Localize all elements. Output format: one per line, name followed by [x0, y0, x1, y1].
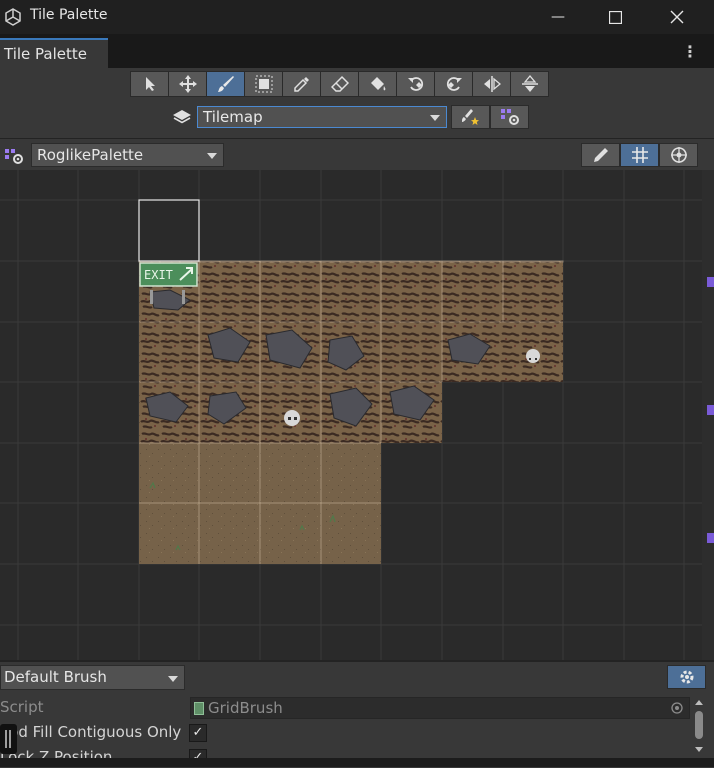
minimize-icon: — — [551, 9, 565, 25]
flip-y-icon — [521, 75, 538, 92]
paint-tool[interactable] — [206, 71, 245, 97]
kebab-menu-icon[interactable]: ⋮ — [682, 42, 698, 61]
layers-icon — [173, 110, 191, 124]
eraser-icon — [330, 75, 349, 92]
chevron-down-icon — [207, 153, 217, 159]
gizmo-marker — [707, 277, 714, 287]
rotate-ccw-tool[interactable] — [396, 71, 435, 97]
gizmo-marker — [707, 405, 714, 415]
right-edge-strip — [702, 170, 714, 660]
title-bar: Tile Palette — — [0, 0, 714, 34]
select-tool[interactable] — [130, 71, 169, 97]
pick-tool[interactable] — [282, 71, 321, 97]
gear-icon — [680, 670, 693, 684]
tab-tile-palette[interactable]: Tile Palette — [0, 38, 108, 68]
gizmo-marker — [707, 533, 714, 543]
palette-dropdown[interactable]: RoglikePalette — [31, 143, 224, 167]
close-button[interactable] — [654, 4, 700, 30]
tile-palette-icon — [5, 149, 23, 164]
rotate-cw-tool[interactable] — [434, 71, 473, 97]
palette-gear-icon — [500, 109, 519, 125]
active-tilemap-dropdown[interactable]: Tilemap — [197, 106, 447, 128]
edit-palette-button[interactable] — [581, 143, 620, 167]
pencil-icon — [593, 148, 608, 162]
move-icon — [178, 75, 197, 93]
flood-fill-checkbox[interactable]: ✓ — [189, 724, 207, 742]
brush-dropdown[interactable]: Default Brush — [0, 665, 185, 690]
tab-bar: Tile Palette ⋮ — [0, 34, 714, 68]
fill-tool[interactable] — [358, 71, 397, 97]
exit-sign-text: EXIT — [144, 268, 173, 282]
flip-y-tool[interactable] — [510, 71, 549, 97]
rotate-cw-icon — [446, 77, 462, 91]
tile-palette-options-button[interactable] — [490, 105, 529, 129]
script-label: Script — [0, 698, 44, 716]
active-tilemap-value: Tilemap — [203, 108, 263, 126]
unity-icon — [5, 8, 21, 26]
grip-icon — [5, 730, 11, 748]
inspector-scrollbar[interactable] — [692, 697, 706, 757]
scrollbar-track — [695, 700, 703, 752]
brush-icon — [217, 76, 234, 92]
divider — [0, 138, 714, 139]
tab-label: Tile Palette — [4, 45, 87, 63]
grid-icon — [631, 147, 648, 163]
bucket-icon — [370, 77, 385, 91]
arrow-icon — [145, 77, 155, 91]
grid-toggle-button[interactable] — [620, 143, 659, 167]
window-title: Tile Palette — [30, 7, 108, 23]
move-tool[interactable] — [168, 71, 207, 97]
brush-settings-button[interactable] — [667, 665, 706, 689]
brush-star-icon — [461, 109, 479, 125]
tool-bar — [130, 71, 549, 97]
minimize-button[interactable]: — — [535, 4, 581, 30]
chevron-down-icon — [168, 676, 178, 682]
palette-grid[interactable]: EXIT — [0, 170, 702, 660]
box-fill-tool[interactable] — [244, 71, 283, 97]
drag-handle[interactable] — [0, 724, 17, 754]
script-value: GridBrush — [208, 699, 283, 717]
gizmo-icon — [670, 147, 687, 163]
box-fill-icon — [255, 75, 272, 93]
divider — [0, 660, 714, 662]
maximize-button[interactable] — [592, 4, 638, 30]
flip-x-tool[interactable] — [472, 71, 511, 97]
gizmos-toggle-button[interactable] — [659, 143, 698, 167]
maximize-icon — [608, 10, 622, 25]
selection-marquee[interactable] — [138, 199, 200, 262]
focus-tilemap-button[interactable] — [451, 105, 490, 129]
chevron-down-icon — [430, 115, 440, 121]
palette-value: RoglikePalette — [37, 146, 144, 164]
palette-grid-view[interactable]: EXIT — [0, 170, 702, 660]
rotate-ccw-icon — [407, 77, 423, 91]
brush-value: Default Brush — [4, 668, 107, 686]
script-file-icon — [194, 702, 204, 715]
flip-x-icon — [483, 76, 501, 92]
background-strip — [0, 758, 714, 767]
erase-tool[interactable] — [320, 71, 359, 97]
eyedropper-icon — [293, 77, 309, 92]
close-icon — [670, 10, 684, 24]
flood-fill-label: ood Fill Contiguous Only — [0, 723, 182, 741]
script-field: GridBrush — [190, 697, 690, 719]
object-picker-icon[interactable] — [671, 702, 683, 714]
